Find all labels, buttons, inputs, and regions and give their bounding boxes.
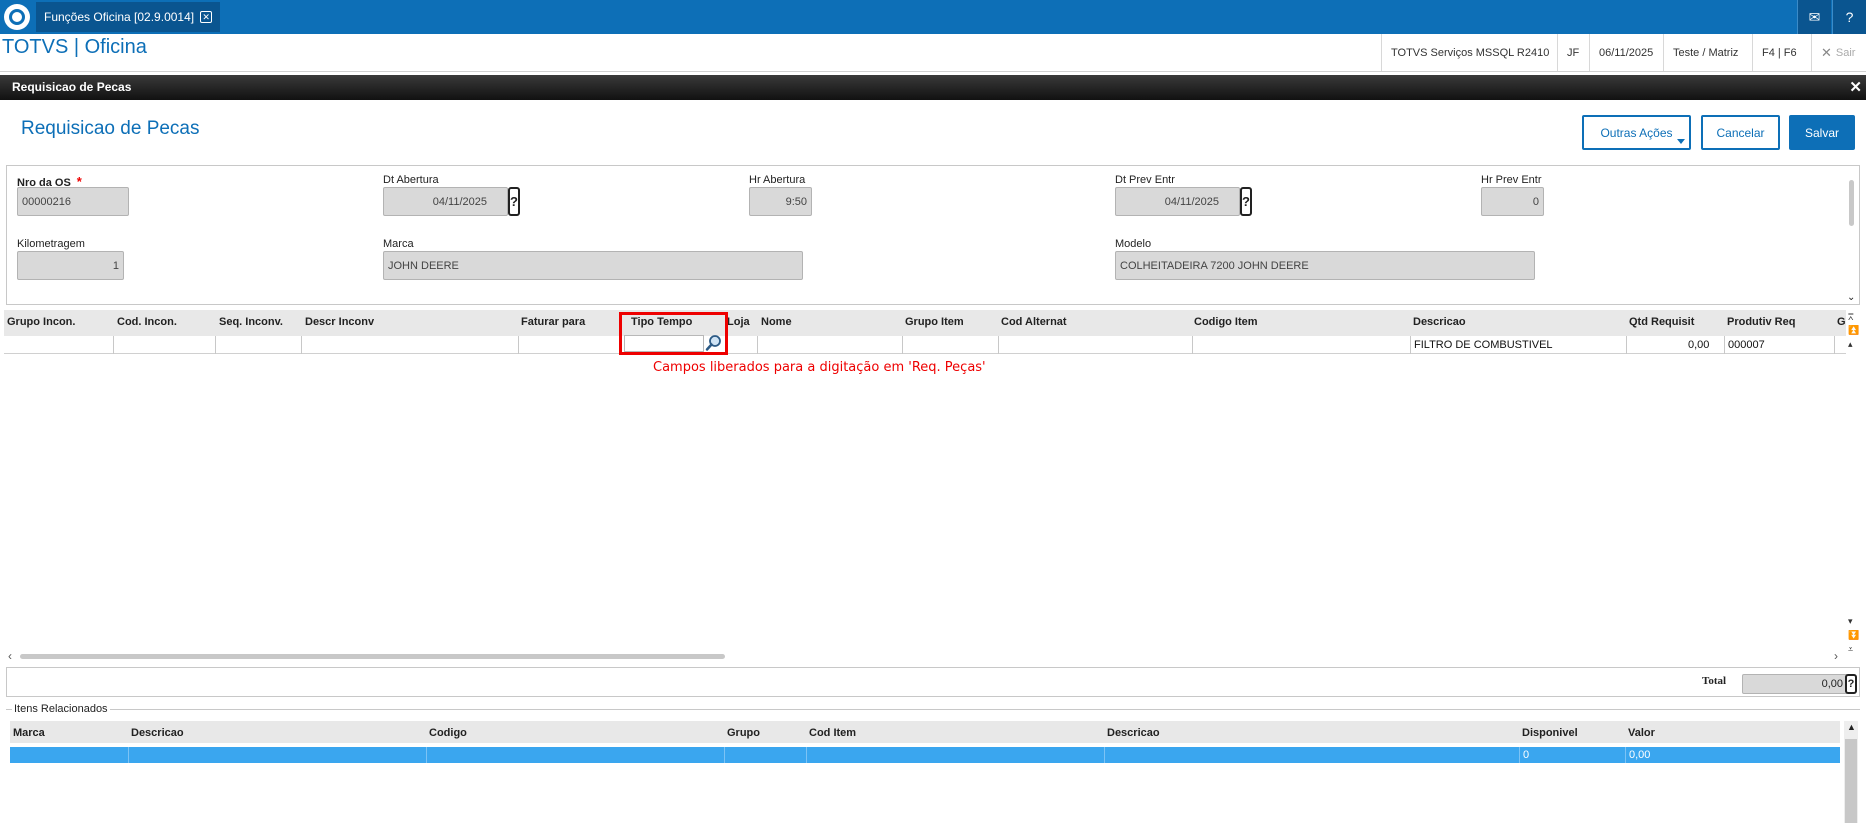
kilometragem-field[interactable]: 1 xyxy=(17,251,124,280)
rel-col-descricao-2[interactable]: Descricao xyxy=(1107,727,1160,739)
rel-col-grupo[interactable]: Grupo xyxy=(727,727,760,739)
dt-abertura-label: Dt Abertura xyxy=(383,174,439,186)
server-info[interactable]: TOTVS Serviços MSSQL R2410 xyxy=(1381,34,1558,71)
chevron-right-icon[interactable]: › xyxy=(1834,649,1838,663)
user-info[interactable]: JF xyxy=(1557,34,1588,71)
nro-os-field[interactable]: 00000216 xyxy=(17,187,129,216)
highlight-box xyxy=(619,312,728,355)
scroll-page-up-icon[interactable]: ⏫ xyxy=(1848,325,1859,336)
rel-col-disponivel[interactable]: Disponivel xyxy=(1522,727,1578,739)
col-descricao[interactable]: Descricao xyxy=(1413,316,1466,328)
scroll-thumb[interactable] xyxy=(20,654,725,659)
grid-horizontal-scrollbar[interactable]: ‹ › xyxy=(8,649,1844,663)
col-seq-inconv[interactable]: Seq. Inconv. xyxy=(219,316,283,328)
related-selected-row[interactable] xyxy=(10,747,1840,763)
close-tab-icon[interactable]: ✕ xyxy=(200,11,213,23)
total-help-button[interactable]: ? xyxy=(1845,674,1857,694)
hr-abertura-field[interactable]: 9:50 xyxy=(749,187,812,216)
related-items-legend: Itens Relacionados xyxy=(12,703,110,715)
total-panel: Total 0,00 ? xyxy=(6,667,1860,697)
dialog-bar-title: Requisicao de Pecas xyxy=(12,80,132,94)
dt-prev-entr-help-button[interactable]: ? xyxy=(1240,187,1252,216)
total-label: Total xyxy=(1702,675,1727,687)
chevron-down-icon[interactable]: ⌄ xyxy=(1847,292,1855,303)
chevron-left-icon[interactable]: ‹ xyxy=(8,649,12,663)
total-field[interactable]: 0,00 xyxy=(1742,674,1848,694)
grid-vertical-scrollbar[interactable]: ⩞ ⏫ ▴ ▾ ⏬ ⩡ xyxy=(1845,310,1861,662)
app-title: TOTVS | Oficina xyxy=(2,36,147,58)
row-descricao[interactable]: FILTRO DE COMBUSTIVEL xyxy=(1414,339,1553,351)
annotation-text: Campos liberados para a digitação em 'Re… xyxy=(653,360,986,375)
exit-button[interactable]: ✕ Sair xyxy=(1811,34,1866,71)
dt-prev-entr-field[interactable]: 04/11/2025 xyxy=(1115,187,1240,216)
dt-abertura-field[interactable]: 04/11/2025 xyxy=(383,187,508,216)
exit-label: Sair xyxy=(1835,46,1856,59)
other-actions-button[interactable]: Outras Ações xyxy=(1582,115,1691,150)
dt-abertura-help-button[interactable]: ? xyxy=(508,187,520,216)
scroll-down-icon[interactable]: ▾ xyxy=(1848,616,1853,627)
col-cod-alternat[interactable]: Cod Alternat xyxy=(1001,316,1067,328)
header-form-panel: Nro da OS * 00000216 Dt Abertura 04/11/20… xyxy=(6,165,1860,305)
rel-col-descricao[interactable]: Descricao xyxy=(131,727,184,739)
row-produtiv-req[interactable]: 000007 xyxy=(1728,339,1765,351)
col-faturar-para[interactable]: Faturar para xyxy=(521,316,585,328)
col-codigo-item[interactable]: Codigo Item xyxy=(1194,316,1258,328)
top-bar: Funções Oficina [02.9.0014] ✕ ✉ ? xyxy=(0,0,1866,34)
save-button[interactable]: Salvar xyxy=(1789,115,1855,150)
tab-funcoes-oficina[interactable]: Funções Oficina [02.9.0014] ✕ xyxy=(36,2,221,32)
date-info[interactable]: 06/11/2025 xyxy=(1589,34,1662,71)
rel-col-marca[interactable]: Marca xyxy=(13,727,45,739)
help-icon[interactable]: ? xyxy=(1832,0,1866,34)
marca-field[interactable]: JOHN DEERE xyxy=(383,251,803,280)
shortcut-keys[interactable]: F4 | F6 xyxy=(1752,34,1806,71)
col-grupo-incon[interactable]: Grupo Incon. xyxy=(7,316,75,328)
close-dialog-icon[interactable]: ✕ xyxy=(1849,78,1862,96)
rel-row-valor[interactable]: 0,00 xyxy=(1629,749,1650,761)
company-info[interactable]: Teste / Matriz xyxy=(1663,34,1747,71)
modelo-label: Modelo xyxy=(1115,238,1152,250)
related-items-panel: Itens Relacionados Marca Descricao Codig… xyxy=(6,703,1860,823)
dialog-titlebar: Requisicao de Pecas ✕ xyxy=(0,75,1866,100)
rel-col-codigo[interactable]: Codigo xyxy=(429,727,467,739)
modelo-field[interactable]: COLHEITADEIRA 7200 JOHN DEERE xyxy=(1115,251,1535,280)
scroll-up-icon[interactable]: ▴ xyxy=(1848,339,1853,350)
related-scrollbar[interactable]: ▲ xyxy=(1844,721,1858,823)
rel-row-disponivel[interactable]: 0 xyxy=(1523,749,1529,761)
col-produtiv-req[interactable]: Produtiv Req xyxy=(1727,316,1795,328)
col-grupo-item[interactable]: Grupo Item xyxy=(905,316,964,328)
hr-abertura-label: Hr Abertura xyxy=(749,174,806,186)
dialog-title: Requisicao de Pecas xyxy=(21,118,200,139)
col-descr-inconv[interactable]: Descr Inconv xyxy=(305,316,374,328)
mail-icon[interactable]: ✉ xyxy=(1797,0,1831,34)
cancel-button[interactable]: Cancelar xyxy=(1701,115,1780,150)
col-cod-incon[interactable]: Cod. Incon. xyxy=(117,316,177,328)
hr-prev-entr-label: Hr Prev Entr xyxy=(1481,174,1542,186)
scroll-page-down-icon[interactable]: ⏬ xyxy=(1848,630,1859,641)
table-row[interactable] xyxy=(4,336,1846,354)
other-actions-label: Outras Ações xyxy=(1600,125,1673,140)
row-qtd-requisit[interactable]: 0,00 xyxy=(1688,339,1709,351)
marca-label: Marca xyxy=(383,238,414,250)
close-icon: ✕ xyxy=(1821,44,1832,60)
hr-prev-entr-field[interactable]: 0 xyxy=(1481,187,1544,216)
kilometragem-label: Kilometragem xyxy=(17,238,85,250)
rel-col-cod-item[interactable]: Cod Item xyxy=(809,727,856,739)
tab-label: Funções Oficina [02.9.0014] xyxy=(44,10,195,24)
totvs-logo-icon[interactable] xyxy=(4,4,30,30)
app-header: TOTVS | Oficina TOTVS Serviços MSSQL R24… xyxy=(0,34,1866,72)
dt-prev-entr-label: Dt Prev Entr xyxy=(1115,174,1175,186)
scroll-top-icon[interactable]: ⩞ xyxy=(1848,312,1853,323)
chevron-down-icon xyxy=(1677,139,1685,144)
col-nome[interactable]: Nome xyxy=(761,316,792,328)
col-qtd-requisit[interactable]: Qtd Requisit xyxy=(1629,316,1694,328)
form-scrollbar[interactable]: ⌄ xyxy=(1845,166,1859,304)
scroll-up-icon[interactable]: ▲ xyxy=(1847,722,1856,732)
col-loja[interactable]: Loja xyxy=(727,316,750,328)
scroll-bottom-icon[interactable]: ⩡ xyxy=(1848,644,1853,655)
rel-col-valor[interactable]: Valor xyxy=(1628,727,1655,739)
